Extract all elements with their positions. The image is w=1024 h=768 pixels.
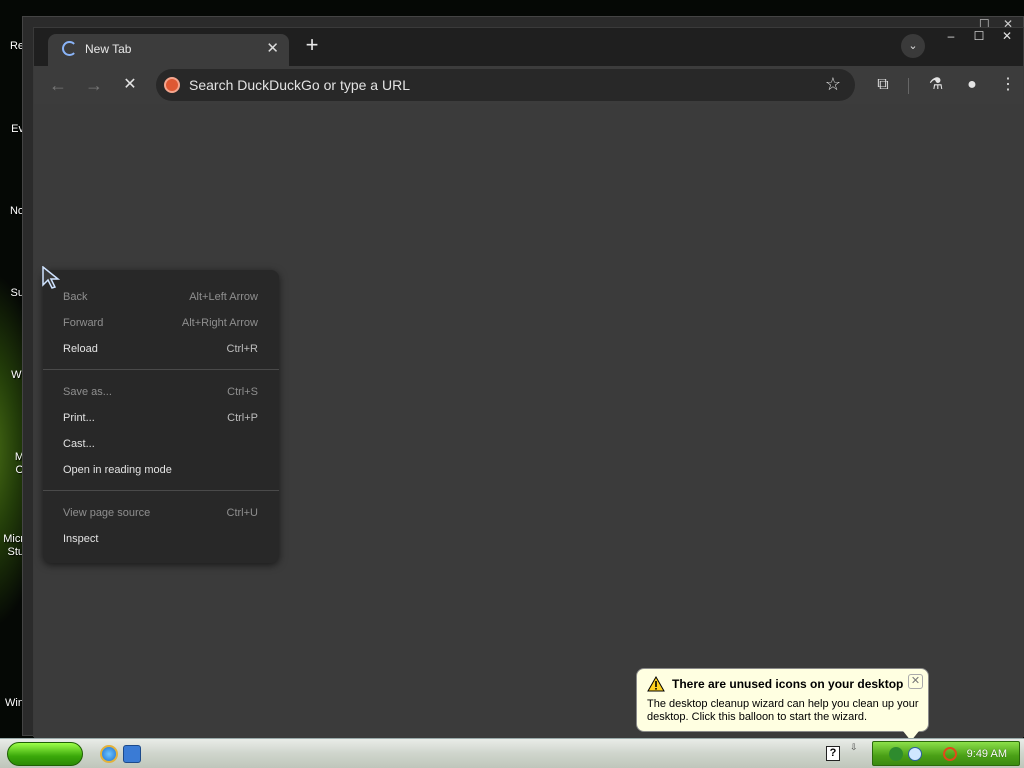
balloon-close-button[interactable]: ✕ [908, 674, 923, 689]
bookmark-star-icon[interactable]: ☆ [825, 74, 841, 95]
menu-item-print[interactable]: Print... Ctrl+P [43, 405, 279, 431]
address-bar-placeholder: Search DuckDuckGo or type a URL [189, 77, 410, 93]
tab-close-icon[interactable]: ✕ [266, 39, 279, 57]
balloon-title: There are unused icons on your desktop [672, 677, 904, 691]
tray-cleanup-icon[interactable] [908, 747, 922, 761]
start-button[interactable] [7, 742, 83, 766]
notification-balloon[interactable]: There are unused icons on your desktop ✕… [636, 668, 929, 741]
menu-separator [43, 490, 279, 491]
new-tab-button[interactable]: + [300, 34, 324, 58]
labs-flask-icon[interactable]: ⚗ [924, 73, 948, 97]
system-tray: 9:49 AM [872, 741, 1020, 766]
mouse-cursor-icon [42, 266, 60, 289]
balloon-body: The desktop cleanup wizard can help you … [647, 698, 919, 723]
menu-separator [43, 369, 279, 370]
menu-item-view-source[interactable]: View page source Ctrl+U [43, 500, 279, 526]
back-button[interactable]: ← [46, 73, 70, 97]
menu-item-inspect[interactable]: Inspect [43, 526, 279, 552]
forward-button[interactable]: → [82, 73, 106, 97]
tray-expand-icon[interactable]: ⇩ [850, 742, 858, 753]
menu-item-reload[interactable]: Reload Ctrl+R [43, 336, 279, 362]
loading-spinner-icon [62, 41, 77, 56]
quick-launch-icon[interactable] [123, 745, 141, 763]
duckduckgo-icon [164, 77, 180, 93]
warning-icon [647, 676, 665, 692]
internet-explorer-icon[interactable] [100, 745, 118, 763]
taskbar: ? ⇩ 9:49 AM [0, 738, 1024, 768]
menu-item-cast[interactable]: Cast... [43, 431, 279, 457]
menu-item-save-as[interactable]: Save as... Ctrl+S [43, 379, 279, 405]
clock[interactable]: 9:49 AM [967, 748, 1007, 760]
menu-item-reading-mode[interactable]: Open in reading mode [43, 457, 279, 483]
help-icon[interactable]: ? [826, 746, 840, 761]
browser-toolbar: ← → ✕ Search DuckDuckGo or type a URL ☆ … [34, 66, 1023, 104]
context-menu: Back Alt+Left Arrow Forward Alt+Right Ar… [43, 270, 279, 563]
address-bar[interactable]: Search DuckDuckGo or type a URL ☆ [156, 69, 855, 101]
close-button[interactable]: ✕ [993, 28, 1021, 44]
tab-strip: New Tab ✕ + ⌄ – ☐ ✕ [34, 28, 1023, 66]
maximize-button[interactable]: ☐ [965, 28, 993, 44]
stop-loading-button[interactable]: ✕ [118, 73, 142, 97]
toolbar-divider [908, 78, 909, 94]
minimize-button[interactable]: – [937, 28, 965, 44]
browser-menu-icon[interactable]: ⋮ [996, 73, 1020, 97]
extensions-icon[interactable]: ⧉ [871, 73, 895, 97]
menu-item-forward[interactable]: Forward Alt+Right Arrow [43, 310, 279, 336]
tab-title: New Tab [85, 42, 132, 56]
menu-item-back[interactable]: Back Alt+Left Arrow [43, 284, 279, 310]
profile-icon[interactable]: ● [960, 73, 984, 97]
tab-new-tab[interactable]: New Tab ✕ [48, 34, 289, 66]
tray-network-icon[interactable] [889, 747, 903, 761]
tab-search-button[interactable]: ⌄ [901, 34, 925, 58]
tray-search-icon[interactable] [943, 747, 957, 761]
